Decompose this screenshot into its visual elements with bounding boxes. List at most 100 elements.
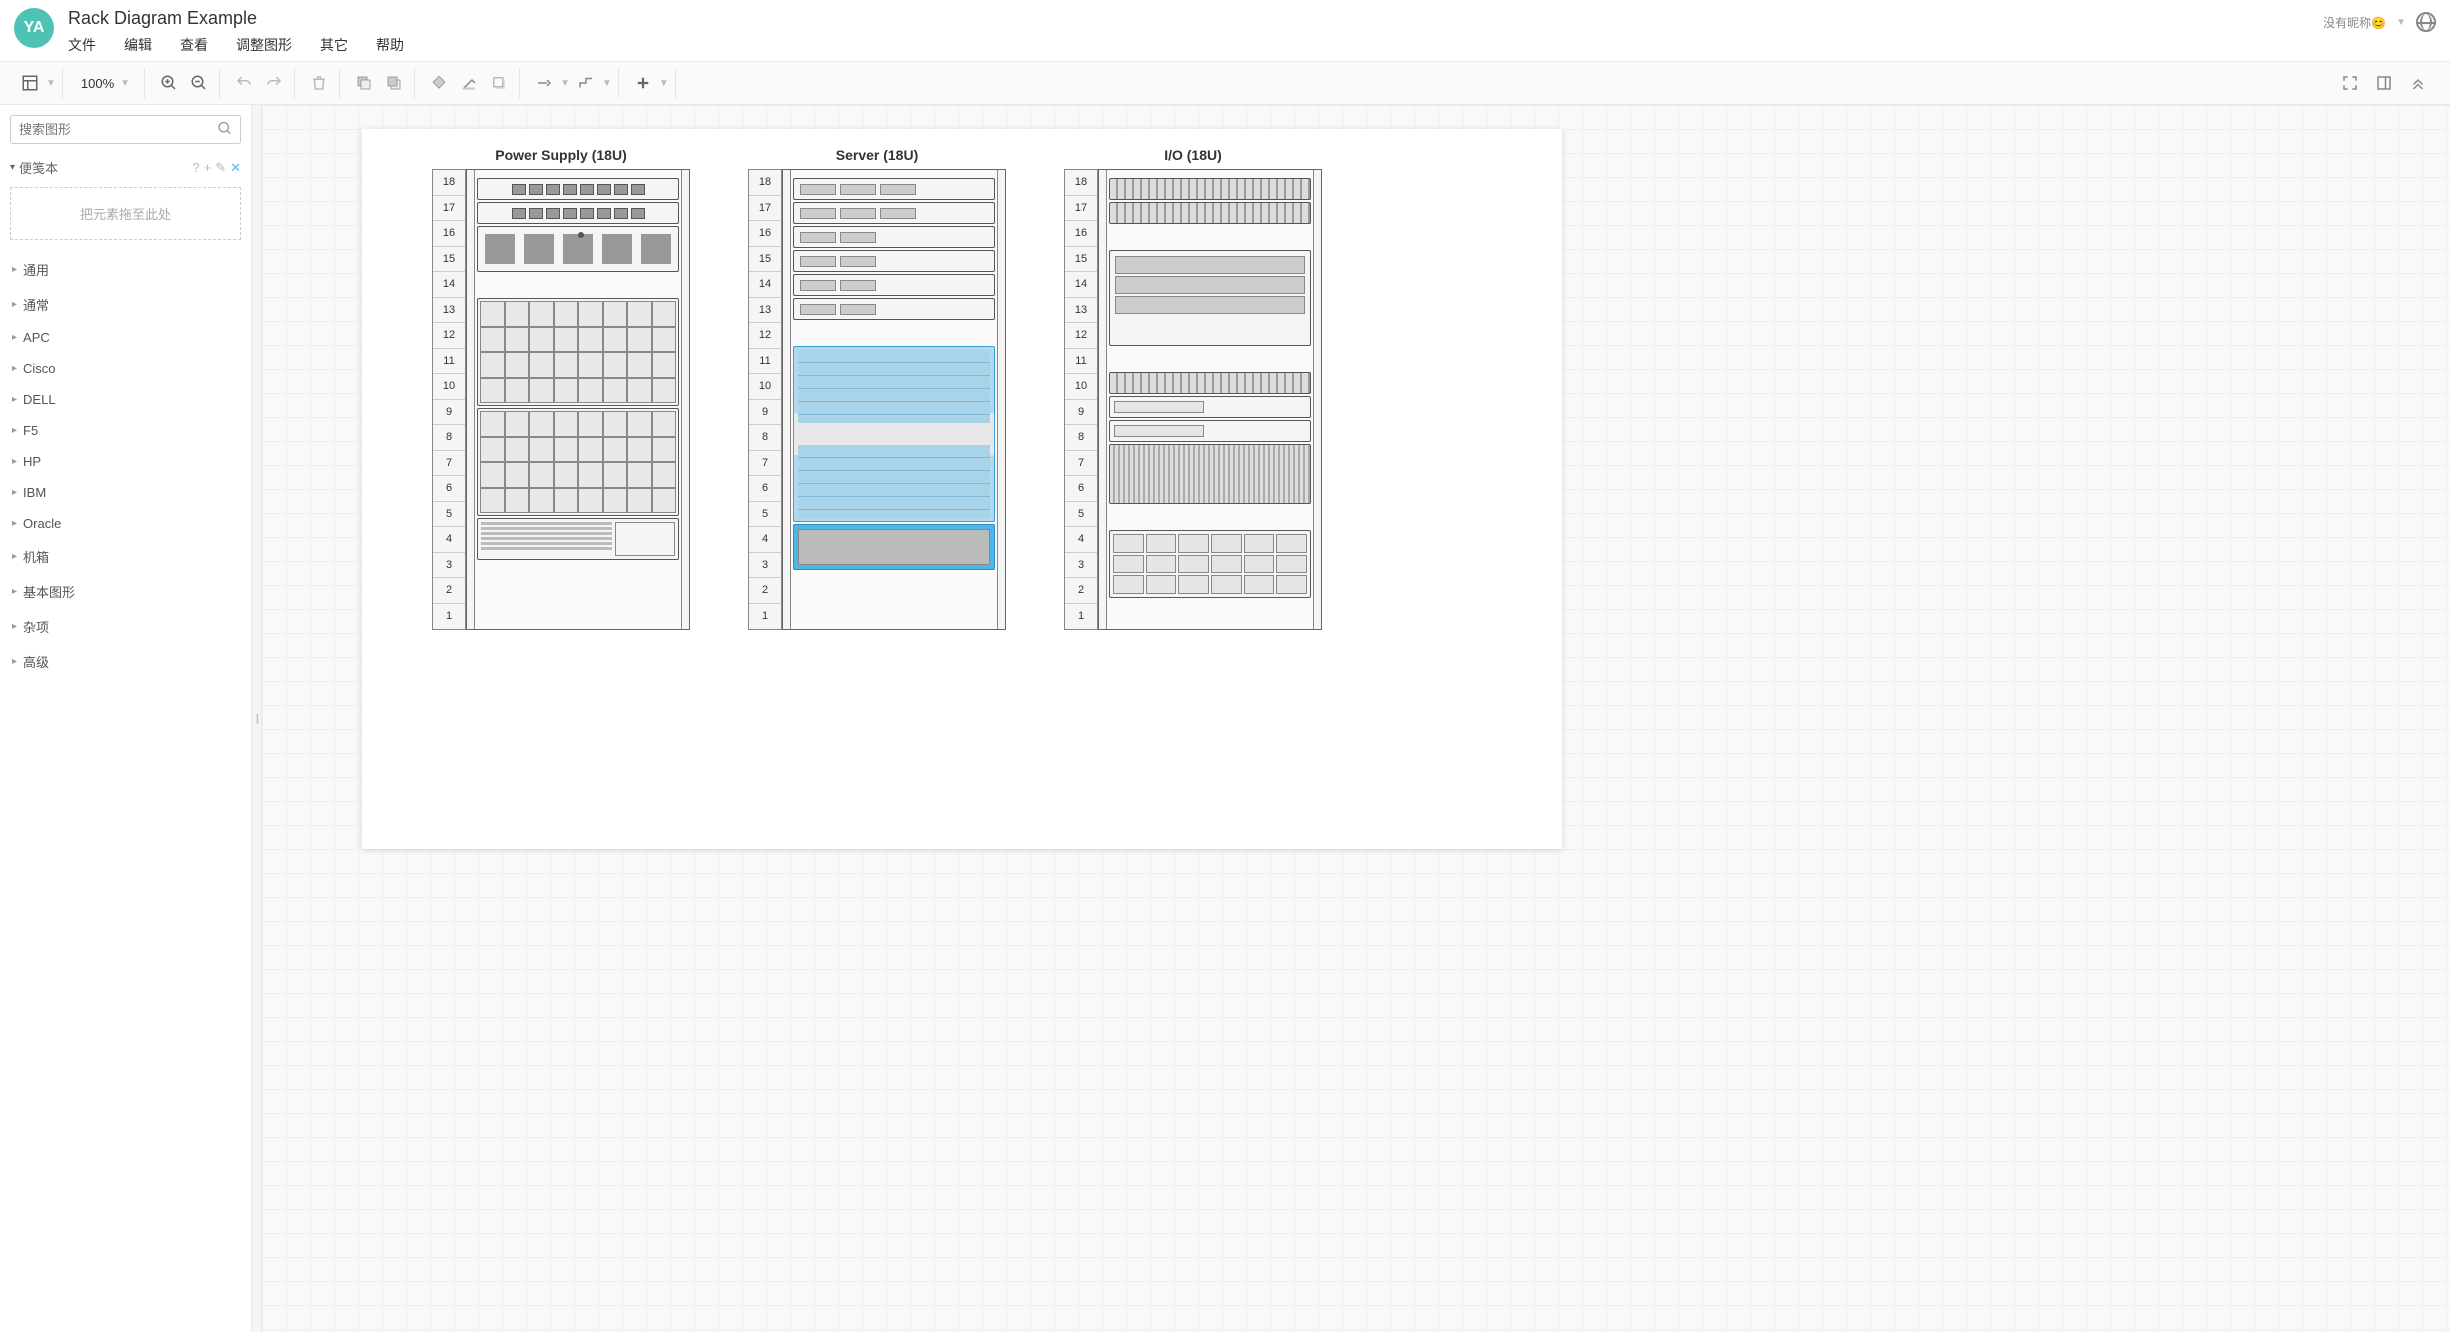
server-1u-device[interactable] [793,250,995,272]
rack-title: Power Supply (18U) [495,147,626,163]
shapes-sidebar: ▾ 便笺本 ? + ✎ ✕ 把元素拖至此处 通用通常APCCiscoDELLF5… [0,105,252,1332]
menu-help[interactable]: 帮助 [376,35,404,55]
delete-button[interactable] [305,69,333,97]
router-device[interactable] [1109,396,1311,418]
rack-unit-label: 3 [1065,553,1097,579]
shape-category[interactable]: 通用 [0,252,251,287]
menu-file[interactable]: 文件 [68,35,96,55]
pdu-device[interactable] [477,202,679,224]
canvas[interactable]: Power Supply (18U)1817161514131211109876… [262,105,2450,1332]
shape-category[interactable]: 杂项 [0,609,251,644]
scratchpad-title: 便笺本 [19,158,58,177]
scratchpad-close-icon[interactable]: ✕ [230,160,241,176]
battery-grid-device[interactable] [477,298,679,406]
layout-button[interactable] [16,69,44,97]
collapse-button[interactable] [2404,69,2432,97]
server-tray-device[interactable] [793,524,995,570]
switch-device[interactable] [1109,250,1311,346]
add-dropdown-icon[interactable]: ▼ [659,78,669,89]
chevron-down-icon[interactable]: ▾ [10,162,15,173]
shape-category[interactable]: Oracle [0,508,251,539]
shape-category[interactable]: HP [0,446,251,477]
patch-panel-device[interactable] [1109,372,1311,394]
shape-category[interactable]: DELL [0,384,251,415]
rack-unit-label: 16 [749,221,781,247]
rack-title: I/O (18U) [1164,147,1222,163]
rack-unit-label: 12 [433,323,465,349]
shape-category[interactable]: IBM [0,477,251,508]
server-1u-device[interactable] [793,178,995,200]
rack[interactable]: Server (18U)181716151413121110987654321 [748,147,1006,630]
rack-unit-label: 14 [433,272,465,298]
shape-category[interactable]: APC [0,322,251,353]
shape-category[interactable]: Cisco [0,353,251,384]
fill-color-button[interactable] [425,69,453,97]
server-1u-device[interactable] [793,226,995,248]
fan-tray-device[interactable] [477,226,679,272]
diagram-page[interactable]: Power Supply (18U)1817161514131211109876… [362,129,1562,849]
storage-device[interactable] [1109,530,1311,598]
to-back-button[interactable] [380,69,408,97]
fullscreen-button[interactable] [2336,69,2364,97]
menu-view[interactable]: 查看 [180,35,208,55]
scratchpad-edit-icon[interactable]: ✎ [215,160,226,176]
rack-unit-label: 12 [1065,323,1097,349]
rack[interactable]: Power Supply (18U)1817161514131211109876… [432,147,690,630]
rack-unit-label: 2 [749,578,781,604]
blade-chassis-device[interactable] [793,346,995,522]
server-1u-device[interactable] [793,274,995,296]
vent-panel-device[interactable] [1109,444,1311,504]
menu-arrange[interactable]: 调整图形 [236,35,292,55]
layout-dropdown-icon[interactable]: ▼ [46,78,56,89]
zoom-out-button[interactable] [185,69,213,97]
menu-edit[interactable]: 编辑 [124,35,152,55]
rack-unit-label: 8 [1065,425,1097,451]
rack-unit-label: 5 [749,502,781,528]
shape-category[interactable]: 高级 [0,644,251,679]
waypoint-button[interactable] [572,69,600,97]
connection-button[interactable] [530,69,558,97]
rack-unit-label: 18 [749,170,781,196]
globe-icon[interactable] [2416,12,2436,32]
shape-category[interactable]: 机箱 [0,539,251,574]
ups-device[interactable] [477,518,679,560]
connection-dropdown-icon[interactable]: ▼ [560,78,570,89]
battery-grid-device[interactable] [477,408,679,516]
waypoint-dropdown-icon[interactable]: ▼ [602,78,612,89]
shape-category[interactable]: F5 [0,415,251,446]
sidebar-splitter[interactable] [252,105,262,1332]
scratchpad-help-icon[interactable]: ? [192,160,199,176]
rack[interactable]: I/O (18U)181716151413121110987654321 [1064,147,1322,630]
patch-panel-device[interactable] [1109,202,1311,224]
shape-category[interactable]: 通常 [0,287,251,322]
line-color-button[interactable] [455,69,483,97]
patch-panel-device[interactable] [1109,178,1311,200]
shape-category[interactable]: 基本图形 [0,574,251,609]
server-1u-device[interactable] [793,202,995,224]
zoom-selector[interactable]: 100%▼ [73,76,138,91]
rack-unit-label: 7 [749,451,781,477]
user-avatar[interactable]: YA [14,8,54,48]
user-dropdown-icon[interactable]: ▼ [2396,17,2406,28]
app-header: YA Rack Diagram Example 文件 编辑 查看 调整图形 其它… [0,0,2450,61]
menu-other[interactable]: 其它 [320,35,348,55]
racks-container: Power Supply (18U)1817161514131211109876… [362,129,1562,648]
rack-unit-label: 18 [1065,170,1097,196]
redo-button[interactable] [260,69,288,97]
user-nickname[interactable]: 没有昵称😊 [2323,14,2386,31]
document-title[interactable]: Rack Diagram Example [68,8,2309,29]
pdu-device[interactable] [477,178,679,200]
scratchpad-add-icon[interactable]: + [204,160,212,176]
scratchpad-drop-zone[interactable]: 把元素拖至此处 [10,187,241,240]
format-panel-button[interactable] [2370,69,2398,97]
rack-unit-label: 10 [433,374,465,400]
to-front-button[interactable] [350,69,378,97]
search-icon[interactable] [217,120,233,139]
router-device[interactable] [1109,420,1311,442]
server-1u-device[interactable] [793,298,995,320]
add-button[interactable] [629,69,657,97]
zoom-in-button[interactable] [155,69,183,97]
shadow-button[interactable] [485,69,513,97]
search-shapes-input[interactable] [10,115,241,144]
undo-button[interactable] [230,69,258,97]
